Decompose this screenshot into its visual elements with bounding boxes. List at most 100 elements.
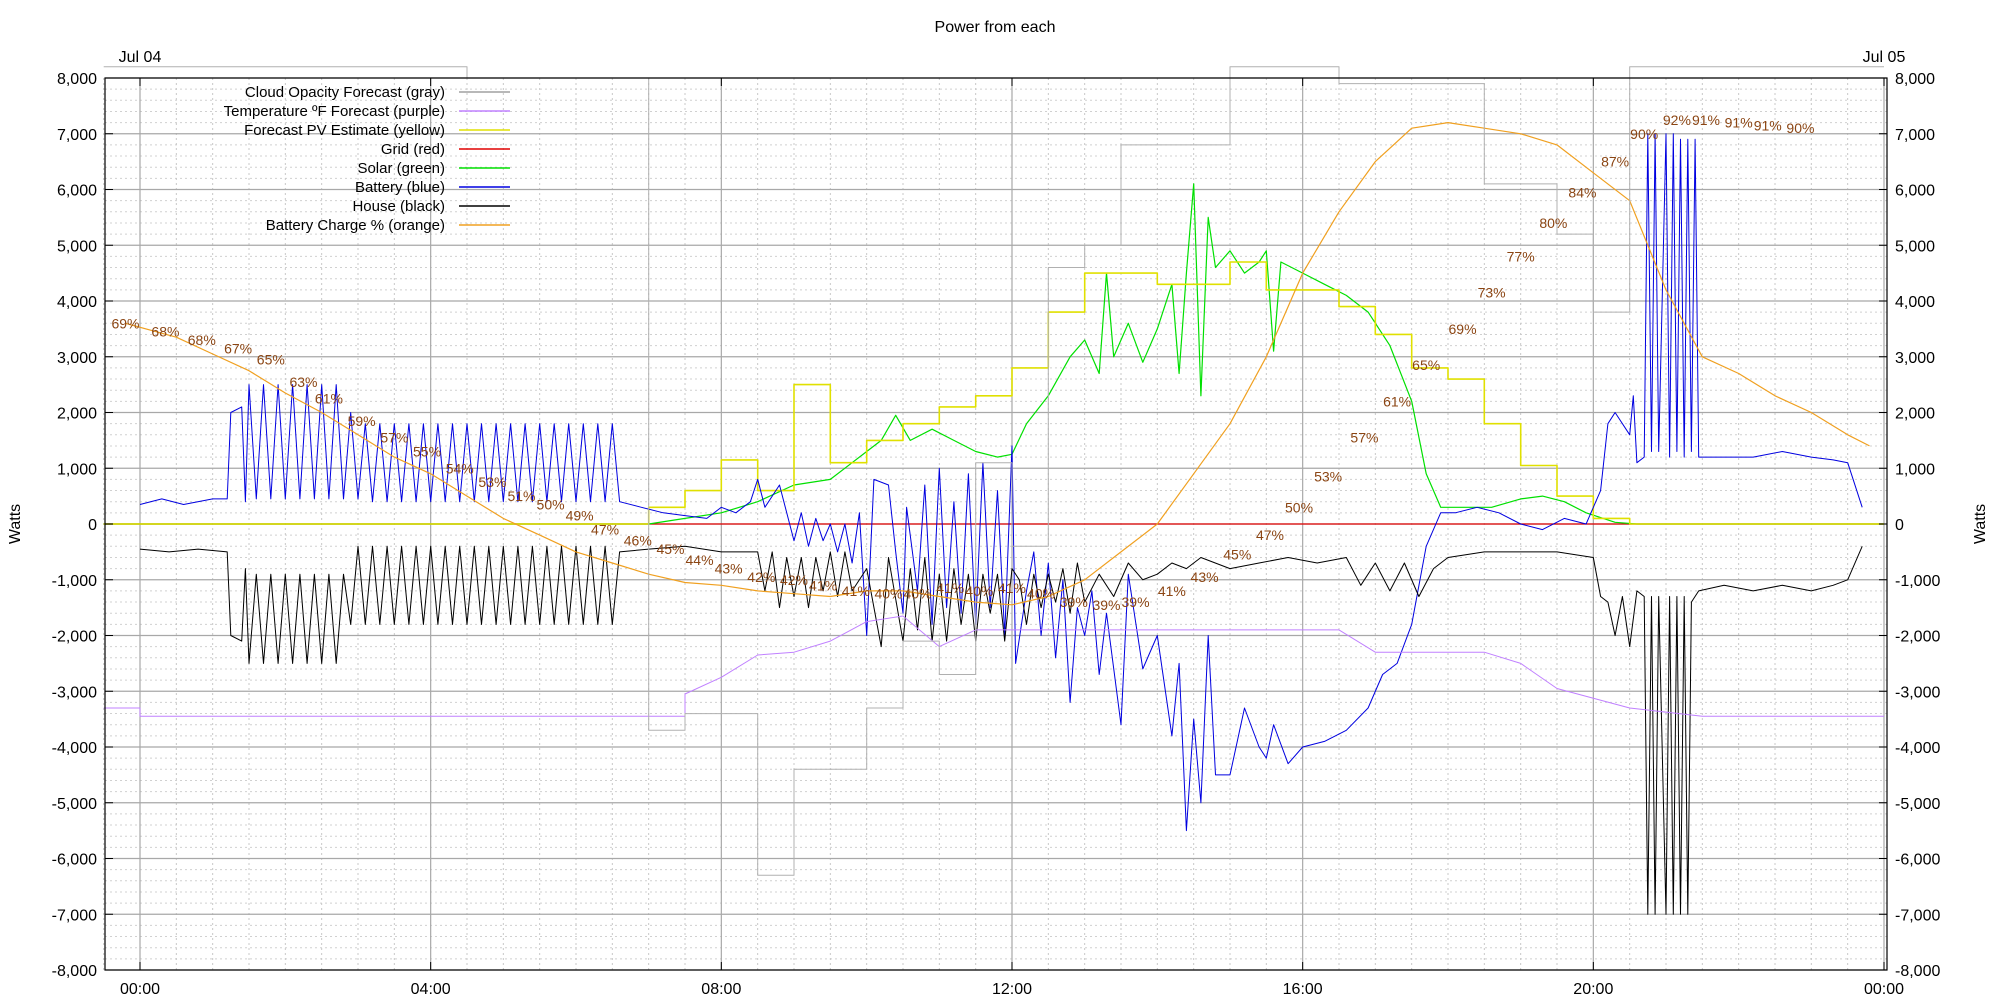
battery-charge-label: 39% (1092, 597, 1120, 613)
battery-charge-label: 84% (1568, 184, 1596, 200)
battery-charge-label: 39% (1060, 594, 1088, 610)
y-tick-label-right: 8,000 (1895, 71, 1935, 88)
y-tick-label-right: -3,000 (1895, 684, 1940, 701)
date-label-right: Jul 05 (1863, 49, 1906, 66)
y-tick-label-left: 3,000 (57, 350, 97, 367)
y-tick-label-left: 4,000 (57, 294, 97, 311)
battery-charge-label: 91% (1692, 112, 1720, 128)
y-tick-label-left: -7,000 (52, 907, 97, 924)
y-tick-label-left: 7,000 (57, 127, 97, 144)
battery-charge-label: 55% (413, 444, 441, 460)
battery-charge-label: 65% (257, 352, 285, 368)
x-tick-label: 04:00 (411, 981, 451, 998)
battery-charge-label: 57% (380, 430, 408, 446)
battery-charge-label: 63% (289, 374, 317, 390)
y-tick-label-right: 6,000 (1895, 183, 1935, 200)
y-tick-label-right: 1,000 (1895, 461, 1935, 478)
battery-charge-label: 53% (1314, 469, 1342, 485)
y-tick-label-left: 1,000 (57, 461, 97, 478)
series-solar-green (103, 183, 1884, 525)
legend-label: Temperature ºF Forecast (purple) (224, 103, 445, 120)
legend-label: Battery Charge % (orange) (266, 217, 445, 234)
battery-charge-label: 90% (1786, 120, 1814, 136)
battery-charge-label: 51% (507, 488, 535, 504)
legend-label: Cloud Opacity Forecast (gray) (245, 84, 445, 101)
battery-charge-label: 50% (1285, 499, 1313, 515)
y-tick-label-left: 0 (88, 517, 97, 534)
y-tick-label-left: -6,000 (52, 852, 97, 869)
y-tick-label-right: -4,000 (1895, 740, 1940, 757)
y-tick-label-right: -7,000 (1895, 907, 1940, 924)
battery-charge-label: 67% (224, 340, 252, 356)
battery-charge-label: 61% (315, 391, 343, 407)
battery-charge-label: 46% (624, 533, 652, 549)
battery-charge-label: 73% (1478, 285, 1506, 301)
y-tick-label-left: -5,000 (52, 796, 97, 813)
x-tick-label: 16:00 (1283, 981, 1323, 998)
y-tick-label-left: -3,000 (52, 684, 97, 701)
y-tick-label-left: 5,000 (57, 238, 97, 255)
battery-charge-label: 61% (1383, 393, 1411, 409)
y-tick-label-right: 7,000 (1895, 127, 1935, 144)
y-tick-label-left: -1,000 (52, 573, 97, 590)
battery-charge-label: 59% (348, 413, 376, 429)
battery-charge-label: 41% (998, 580, 1026, 596)
battery-charge-label: 41% (842, 583, 870, 599)
battery-charge-label: 69% (111, 315, 139, 331)
y-tick-label-right: 2,000 (1895, 406, 1935, 423)
y-axis-label-left: Watts (7, 504, 24, 544)
legend-label: House (black) (352, 198, 445, 215)
battery-charge-label: 69% (1449, 321, 1477, 337)
y-tick-label-right: -6,000 (1895, 852, 1940, 869)
battery-charge-label: 77% (1507, 248, 1535, 264)
y-axis-label-right: Watts (1972, 504, 1989, 544)
y-tick-label-right: -8,000 (1895, 963, 1940, 980)
y-tick-label-right: -1,000 (1895, 573, 1940, 590)
series-battery-blue (139, 133, 1863, 832)
y-tick-label-right: 4,000 (1895, 294, 1935, 311)
y-tick-label-left: -8,000 (52, 963, 97, 980)
y-tick-label-left: -4,000 (52, 740, 97, 757)
y-tick-label-right: 0 (1895, 517, 1904, 534)
battery-charge-label: 39% (1122, 594, 1150, 610)
battery-charge-label: 49% (566, 508, 594, 524)
x-tick-label: 12:00 (992, 981, 1032, 998)
x-tick-label: 20:00 (1573, 981, 1613, 998)
y-tick-label-left: -2,000 (52, 629, 97, 646)
legend-label: Grid (red) (381, 141, 445, 158)
battery-charge-label: 80% (1539, 215, 1567, 231)
x-tick-label: 08:00 (701, 981, 741, 998)
legend-label: Battery (blue) (355, 179, 445, 196)
battery-charge-label: 41% (936, 580, 964, 596)
series-temperature-f-forecast-purple (103, 615, 1884, 717)
y-tick-label-left: 6,000 (57, 183, 97, 200)
battery-charge-label: 40% (965, 583, 993, 599)
battery-charge-label: 42% (747, 569, 775, 585)
battery-charge-label: 65% (1412, 357, 1440, 373)
y-tick-label-right: 5,000 (1895, 238, 1935, 255)
y-tick-label-right: -2,000 (1895, 629, 1940, 646)
x-tick-label: 00:00 (120, 981, 160, 998)
battery-charge-label: 45% (656, 541, 684, 557)
battery-charge-label: 47% (1256, 527, 1284, 543)
legend-label: Forecast PV Estimate (yellow) (244, 122, 445, 139)
battery-charge-label: 57% (1350, 430, 1378, 446)
y-tick-label-left: 8,000 (57, 71, 97, 88)
y-tick-label-right: 3,000 (1895, 350, 1935, 367)
battery-charge-label: 44% (686, 552, 714, 568)
battery-charge-label: 90% (1630, 126, 1658, 142)
y-tick-label-right: -5,000 (1895, 796, 1940, 813)
x-tick-label: 00:00 (1864, 981, 1904, 998)
battery-charge-label: 40% (1027, 586, 1055, 602)
battery-charge-label: 41% (1158, 583, 1186, 599)
battery-charge-label: 92% (1663, 112, 1691, 128)
battery-charge-label: 40% (874, 586, 902, 602)
chart-title: Power from each (935, 19, 1056, 36)
battery-charge-label: 43% (1191, 569, 1219, 585)
battery-charge-label: 91% (1725, 115, 1753, 131)
battery-charge-label: 54% (446, 460, 474, 476)
y-tick-label-left: 2,000 (57, 406, 97, 423)
battery-charge-label: 43% (715, 561, 743, 577)
battery-charge-label: 53% (478, 474, 506, 490)
battery-charge-label: 41% (809, 577, 837, 593)
